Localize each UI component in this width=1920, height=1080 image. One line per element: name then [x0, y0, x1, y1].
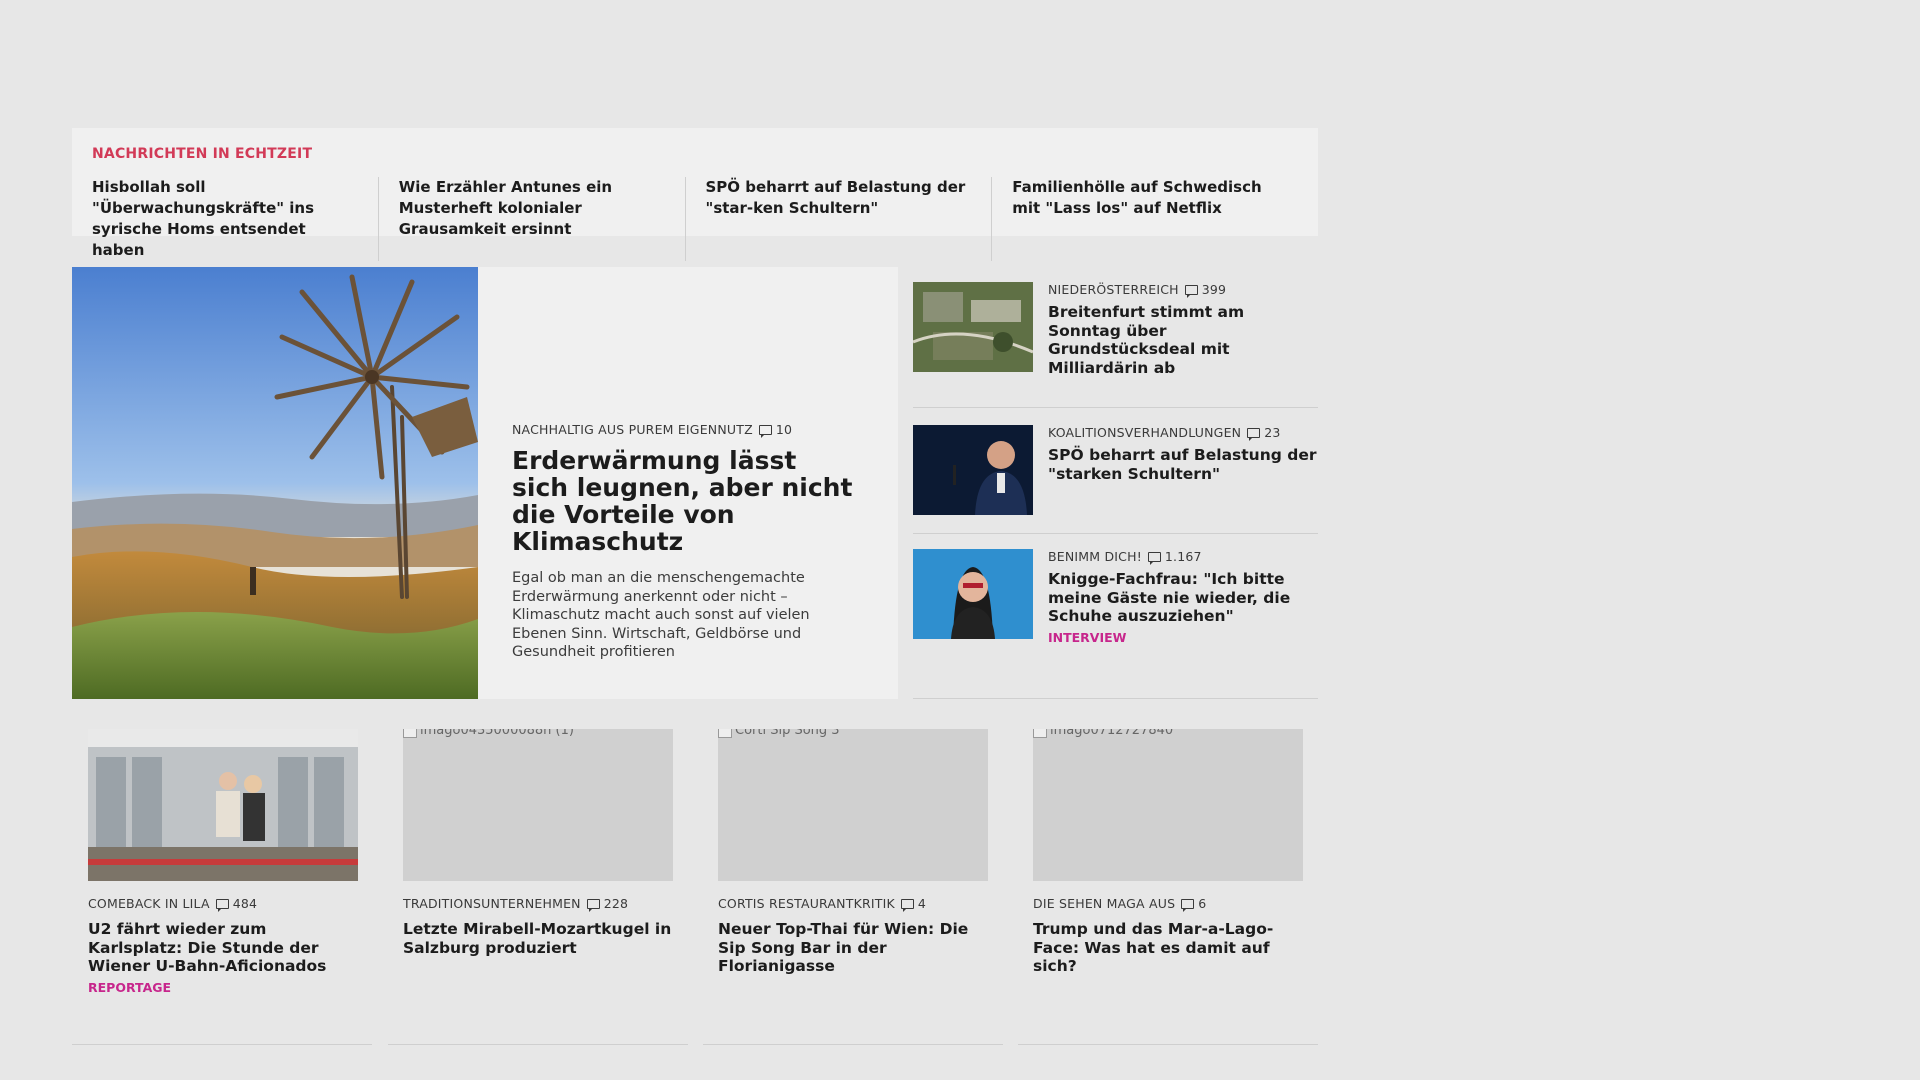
page: NACHRICHTEN IN ECHTZEIT Hisbollah soll "…	[0, 0, 1920, 1080]
comment-count-value: 23	[1264, 425, 1281, 440]
side-article[interactable]: BENIMM DICH! 1.167 Knigge-Fachfrau: "Ich…	[913, 534, 1318, 645]
kicker-text: TRADITIONSUNTERNEHMEN	[403, 896, 581, 911]
side-article-text: NIEDERÖSTERREICH 399 Breitenfurt stimmt …	[1033, 282, 1318, 377]
comment-count[interactable]: 1.167	[1147, 549, 1202, 565]
side-headline[interactable]: Knigge-Fachfrau: "Ich bitte meine Gäste …	[1048, 570, 1318, 626]
hero-kicker: NACHHALTIG AUS PUREM EIGENNUTZ 10	[512, 422, 856, 438]
comment-count[interactable]: 4	[900, 896, 927, 912]
kicker-text: KOALITIONSVERHANDLUNGEN	[1048, 425, 1242, 440]
hero-image[interactable]	[72, 267, 478, 699]
side-article[interactable]: NIEDERÖSTERREICH 399 Breitenfurt stimmt …	[913, 267, 1318, 377]
card-headline[interactable]: Trump und das Mar-a-Lago-Face: Was hat e…	[1033, 920, 1303, 976]
ticker-item[interactable]: SPÖ beharrt auf Belastung der "star-ken …	[706, 177, 993, 261]
teaser-card[interactable]: imago0435000088h (1) TRADITIONSUNTERNEHM…	[403, 729, 673, 957]
card-headline[interactable]: Letzte Mirabell-Mozartkugel in Salzburg …	[403, 920, 673, 957]
aerial-view-thumbnail[interactable]	[913, 282, 1033, 372]
politician-photo-thumbnail[interactable]	[913, 425, 1033, 515]
image-alt-text: imago0712727840	[1033, 729, 1173, 738]
broken-image-icon	[403, 729, 417, 738]
comment-count-value: 4	[917, 896, 927, 911]
card-kicker: CORTIS RESTAURANTKRITIK 4	[718, 896, 988, 912]
card-kicker: DIE SEHEN MAGA AUS 6	[1033, 896, 1303, 912]
teaser-card[interactable]: imago0712727840 DIE SEHEN MAGA AUS 6 Tru…	[1033, 729, 1303, 976]
alt-label: imago0712727840	[1050, 729, 1174, 738]
comment-icon	[758, 424, 772, 438]
comment-count-value: 228	[603, 896, 629, 911]
realtime-news-ticker: NACHRICHTEN IN ECHTZEIT Hisbollah soll "…	[72, 128, 1318, 261]
broken-image-icon	[1033, 729, 1047, 738]
comment-count-value: 10	[775, 422, 793, 438]
comment-count[interactable]: 399	[1184, 282, 1227, 298]
broken-image[interactable]: Corti Sip Song 3	[718, 729, 988, 881]
broken-image-icon	[718, 729, 732, 738]
image-alt-text: Corti Sip Song 3	[718, 729, 840, 738]
comment-icon	[1181, 898, 1195, 912]
kicker-text: NACHHALTIG AUS PUREM EIGENNUTZ	[512, 422, 753, 438]
card-headline[interactable]: U2 fährt wieder zum Karlsplatz: Die Stun…	[88, 920, 358, 976]
comment-icon	[1184, 284, 1198, 298]
comment-count[interactable]: 23	[1247, 425, 1281, 441]
ticker-item[interactable]: Familienhölle auf Schwedisch mit "Lass l…	[1012, 177, 1298, 261]
side-article-text: BENIMM DICH! 1.167 Knigge-Fachfrau: "Ich…	[1033, 549, 1318, 645]
side-headline[interactable]: SPÖ beharrt auf Belastung der "starken S…	[1048, 446, 1318, 483]
ticker-list: Hisbollah soll "Überwachungskräfte" ins …	[92, 177, 1298, 261]
comment-icon	[586, 898, 600, 912]
card-headline[interactable]: Neuer Top-Thai für Wien: Die Sip Song Ba…	[718, 920, 988, 976]
broken-image[interactable]: imago0712727840	[1033, 729, 1303, 881]
comment-count[interactable]: 484	[215, 896, 258, 912]
comment-icon	[215, 898, 229, 912]
kicker-text: BENIMM DICH!	[1048, 549, 1142, 564]
kicker-text: COMEBACK IN LILA	[88, 896, 210, 911]
alt-label: Corti Sip Song 3	[735, 729, 840, 738]
image-alt-text: imago0435000088h (1)	[403, 729, 574, 738]
portrait-photo-thumbnail[interactable]	[913, 549, 1033, 639]
alt-label: imago0435000088h (1)	[420, 729, 574, 738]
comment-count-value: 6	[1198, 896, 1207, 911]
comment-count-value: 484	[232, 896, 258, 911]
divider	[72, 1044, 372, 1045]
ticker-item[interactable]: Wie Erzähler Antunes ein Musterheft kolo…	[399, 177, 686, 261]
side-kicker: KOALITIONSVERHANDLUNGEN 23	[1048, 425, 1318, 441]
teaser-card[interactable]: COMEBACK IN LILA 484 U2 fährt wieder zum…	[88, 729, 358, 995]
comment-icon	[900, 898, 914, 912]
side-kicker: BENIMM DICH! 1.167	[1048, 549, 1318, 565]
windmill-landscape-image	[72, 267, 478, 699]
kicker-text: DIE SEHEN MAGA AUS	[1033, 896, 1176, 911]
divider	[913, 533, 1318, 534]
hero-article[interactable]: NACHHALTIG AUS PUREM EIGENNUTZ 10 Erderw…	[72, 267, 898, 699]
comment-count[interactable]: 10	[758, 422, 793, 438]
ticker-heading[interactable]: NACHRICHTEN IN ECHTZEIT	[92, 146, 1298, 162]
comment-icon	[1147, 551, 1161, 565]
teaser-card[interactable]: Corti Sip Song 3 CORTIS RESTAURANTKRITIK…	[718, 729, 988, 976]
comment-count[interactable]: 6	[1181, 896, 1207, 912]
kicker-text: NIEDERÖSTERREICH	[1048, 282, 1179, 297]
divider	[913, 698, 1318, 699]
hero-headline[interactable]: Erderwärmung lässt sich leugnen, aber ni…	[512, 447, 856, 555]
ticker-item[interactable]: Hisbollah soll "Überwachungskräfte" ins …	[92, 177, 379, 261]
side-article-text: KOALITIONSVERHANDLUNGEN 23 SPÖ beharrt a…	[1033, 425, 1318, 515]
hero-text: NACHHALTIG AUS PUREM EIGENNUTZ 10 Erderw…	[478, 267, 898, 699]
broken-image[interactable]: imago0435000088h (1)	[403, 729, 673, 881]
subway-photo[interactable]	[88, 729, 358, 881]
side-article[interactable]: KOALITIONSVERHANDLUNGEN 23 SPÖ beharrt a…	[913, 410, 1318, 515]
divider	[703, 1044, 1003, 1045]
side-article-list: NIEDERÖSTERREICH 399 Breitenfurt stimmt …	[913, 267, 1318, 699]
article-type-tag: REPORTAGE	[88, 979, 172, 995]
comment-count[interactable]: 228	[586, 896, 629, 912]
card-kicker: TRADITIONSUNTERNEHMEN 228	[403, 896, 673, 912]
divider	[913, 407, 1318, 408]
divider	[1018, 1044, 1318, 1045]
comment-count-value: 1.167	[1164, 549, 1202, 564]
comment-count-value: 399	[1201, 282, 1227, 297]
card-kicker: COMEBACK IN LILA 484	[88, 896, 358, 912]
article-type-tag: INTERVIEW	[1048, 629, 1127, 645]
divider	[388, 1044, 688, 1045]
comment-icon	[1247, 427, 1261, 441]
kicker-text: CORTIS RESTAURANTKRITIK	[718, 896, 895, 911]
side-headline[interactable]: Breitenfurt stimmt am Sonntag über Grund…	[1048, 303, 1318, 377]
hero-teaser: Egal ob man an die menschengemachte Erde…	[512, 570, 810, 661]
side-kicker: NIEDERÖSTERREICH 399	[1048, 282, 1318, 298]
